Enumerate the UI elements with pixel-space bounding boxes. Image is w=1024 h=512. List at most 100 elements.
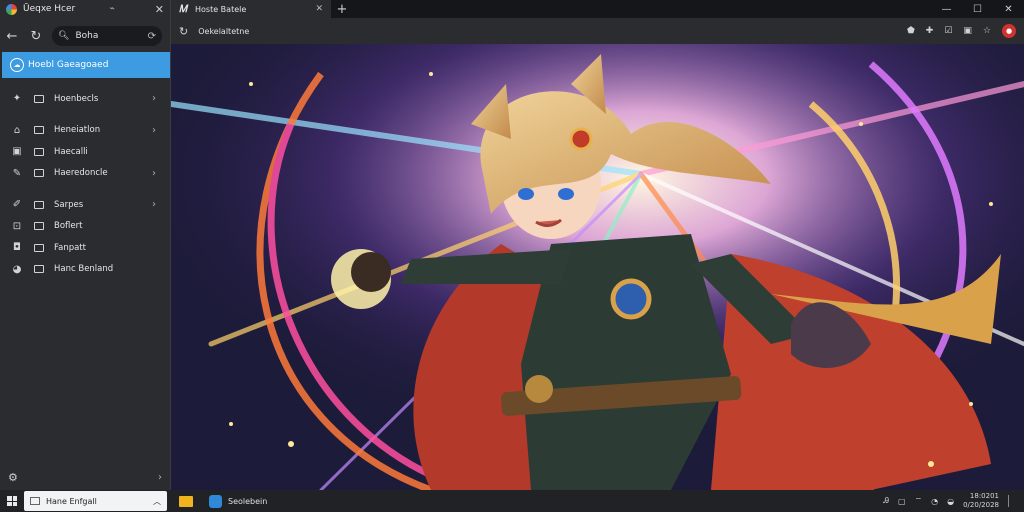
extension-icon[interactable]: ⬟: [907, 26, 915, 36]
chevron-right-icon: ›: [152, 93, 156, 105]
close-icon[interactable]: ✕: [155, 3, 164, 16]
reload-icon[interactable]: ↻: [179, 25, 188, 38]
chevron-right-icon: ›: [152, 199, 156, 211]
tab-favicon-icon: Ꮇ: [179, 3, 187, 15]
search-icon: [30, 497, 40, 505]
sidebar-item-label: Hanc Benland: [54, 264, 114, 275]
url-field[interactable]: Oekelaltetne: [198, 27, 897, 36]
checkbox-icon[interactable]: ☑: [944, 26, 952, 36]
refresh-icon[interactable]: ↻: [28, 29, 44, 44]
sidebar-panel: Ūeqxe Hcer ⌁ ✕ ← ↻ 🔍︎ Boha ⟳ ☁ Hoebl Gae…: [0, 0, 171, 490]
sidebar-app-title: Ūeqxe Hcer: [23, 4, 76, 14]
box-icon: [34, 243, 44, 252]
tab-title: Hoste Batele: [195, 4, 247, 14]
tab-bar: Ꮇ Hoste Batele ✕ + — ☐ ✕: [171, 0, 1024, 18]
network-icon[interactable]: ⌔: [915, 496, 923, 506]
speaker-icon[interactable]: ◔: [931, 497, 938, 506]
page-hero-image: [171, 44, 1024, 490]
sidebar-item-3[interactable]: ✎ Haeredoncle ›: [0, 163, 170, 185]
maximize-icon[interactable]: ☐: [962, 4, 993, 15]
font-icon[interactable]: Ꭿ: [883, 496, 889, 506]
search-refresh-icon[interactable]: ⟳: [148, 31, 156, 42]
toolbar-icons: ⬟ ✚ ☑ ▣ ☆ ●: [907, 24, 1016, 38]
address-bar: ↻ Oekelaltetne ⬟ ✚ ☑ ▣ ☆ ●: [171, 18, 1024, 44]
save-icon: ▣: [12, 146, 22, 158]
taskbar-app[interactable]: Seolebein: [209, 494, 268, 508]
square-icon: ⊡: [12, 220, 22, 232]
sidebar-search-row: ← ↻ 🔍︎ Boha ⟳: [0, 22, 170, 50]
brush-icon: ✐: [12, 199, 22, 211]
clock-date: 0/20/2028: [963, 501, 999, 509]
sidebar-item-0[interactable]: ✦ Hoenbecls ›: [0, 88, 170, 110]
close-icon[interactable]: ✕: [315, 4, 323, 14]
profile-icon[interactable]: ●: [1002, 24, 1016, 38]
app-icon: [209, 494, 222, 508]
anime-character-artwork: [171, 44, 1024, 490]
chevron-right-icon: ›: [152, 167, 156, 179]
back-icon[interactable]: ←: [4, 29, 20, 44]
star-icon[interactable]: ☆: [983, 26, 991, 36]
sidebar-item-1[interactable]: ⌂ Heneiatlon ›: [0, 120, 170, 142]
sidebar-titlebar: Ūeqxe Hcer ⌁ ✕: [0, 0, 170, 18]
minimize-icon[interactable]: —: [931, 4, 962, 15]
sidebar-item-label: Heneiatlon: [54, 125, 101, 136]
desktop: Ūeqxe Hcer ⌁ ✕ ← ↻ 🔍︎ Boha ⟳ ☁ Hoebl Gae…: [0, 0, 1024, 512]
pen-icon: ✎: [12, 167, 22, 179]
show-desktop-button[interactable]: [1008, 495, 1018, 507]
app-icon: [6, 3, 17, 15]
sidebar-item-label: Sarpes: [54, 199, 84, 210]
sidebar-item-2[interactable]: ▣ Haecalli: [0, 141, 170, 163]
sidebar-item-5[interactable]: ⊡ Boflert: [0, 216, 170, 238]
clock[interactable]: 18:0201 0/20/2028: [963, 492, 999, 510]
folder-icon[interactable]: [179, 495, 193, 507]
browser-window: Ꮇ Hoste Batele ✕ + — ☐ ✕ ↻ Oekelaltetne …: [171, 0, 1024, 490]
box-icon: [34, 200, 44, 209]
taskbar-search-box[interactable]: Hane Enfgall ︿: [24, 491, 167, 511]
sidebar-item-4[interactable]: ✐ Sarpes ›: [0, 194, 170, 216]
sidebar-item-label: Boflert: [54, 221, 83, 232]
puzzle-icon[interactable]: ✚: [926, 26, 934, 36]
sidebar-item-selected[interactable]: ☁ Hoebl Gaeagoaed: [2, 52, 170, 78]
chevron-up-icon[interactable]: ︿: [153, 496, 161, 507]
box-icon: [34, 222, 44, 231]
box-icon: [34, 265, 44, 274]
windows-icon[interactable]: [0, 490, 24, 512]
puzzle-icon: ✦: [12, 93, 22, 105]
tab-active[interactable]: Ꮇ Hoste Batele ✕: [171, 0, 331, 18]
chat-icon[interactable]: ▢: [898, 497, 906, 506]
pin-icon[interactable]: ⌁: [109, 4, 114, 14]
search-icon: 🔍︎: [58, 31, 70, 41]
window-controls: — ☐ ✕: [931, 4, 1024, 15]
taskbar-search-text: Hane Enfgall: [46, 496, 97, 506]
taskbar-app-label: Seolebein: [228, 496, 268, 506]
search-value: Boha: [75, 31, 99, 41]
sidebar-item-label: Haeredoncle: [54, 168, 108, 179]
close-icon[interactable]: ✕: [993, 4, 1024, 15]
clock-time: 18:0201: [969, 492, 999, 500]
search-input[interactable]: 🔍︎ Boha ⟳: [52, 26, 162, 46]
settings-icon[interactable]: ⚙: [8, 471, 18, 484]
chevron-right-icon: ›: [152, 124, 156, 136]
sidebar-item-6[interactable]: ◘ Fanpatt: [0, 237, 170, 259]
box-icon: [34, 94, 44, 103]
sidebar-item-7[interactable]: ◕ Hanc Benland: [0, 259, 170, 281]
add-tab-icon[interactable]: +: [331, 2, 353, 17]
box-icon: [34, 169, 44, 178]
download-icon[interactable]: ▣: [963, 26, 972, 36]
taskbar: Hane Enfgall ︿ Seolebein Ꭿ ▢ ⌔ ◔ ◒ 18:02…: [0, 490, 1024, 512]
home-icon: ⌂: [13, 124, 21, 136]
sidebar-item-label: Haecalli: [54, 146, 88, 157]
camera-icon: ◘: [13, 242, 21, 254]
sidebar-item-label: Fanpatt: [54, 242, 86, 253]
sidebar-item-label: Hoebl Gaeagoaed: [28, 60, 109, 70]
wifi-icon[interactable]: ◒: [947, 497, 954, 506]
sidebar-footer: ⚙ ›: [0, 471, 170, 484]
system-tray: Ꭿ ▢ ⌔ ◔ ◒ 18:0201 0/20/2028: [883, 492, 1024, 510]
sidebar-list: ✦ Hoenbecls › ⌂ Heneiatlon › ▣ Haecalli …: [0, 88, 170, 280]
box-icon: [34, 126, 44, 135]
palette-icon: ◕: [12, 263, 22, 275]
box-icon: [34, 147, 44, 156]
cloud-icon: ☁: [10, 58, 24, 72]
chevron-right-icon[interactable]: ›: [158, 472, 162, 483]
sidebar-item-label: Hoenbecls: [54, 93, 99, 104]
